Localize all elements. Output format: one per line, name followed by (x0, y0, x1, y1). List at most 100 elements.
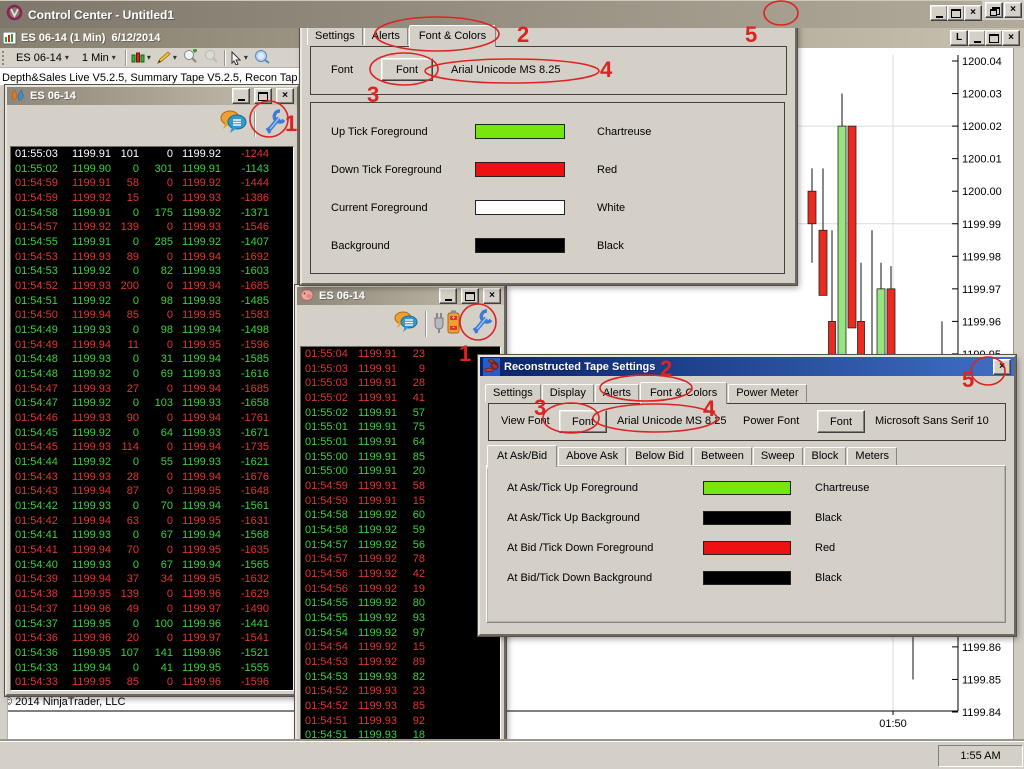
tape-cell: 1199.91 (353, 464, 397, 479)
tape-cell: 1199.91 (65, 235, 111, 250)
tape-cell: 01:54:40 (15, 558, 65, 573)
summary-close-button[interactable]: × (276, 88, 294, 104)
tape-cell: 19 (397, 582, 425, 597)
view-font-button[interactable]: Font (559, 410, 607, 433)
tape-cell: 0 (111, 323, 139, 338)
summary-tape-titlebar[interactable]: ES 06-14 × (7, 87, 297, 105)
tape-cell: 87 (111, 484, 139, 499)
toolbar-separator (425, 311, 426, 337)
tape-cell: 0 (139, 675, 173, 690)
tape-cell: -1676 (221, 470, 269, 485)
recon-tape-grid[interactable]: 01:55:041199.912301:55:031199.91901:55:0… (300, 346, 501, 742)
color-name: Black (815, 512, 842, 524)
tape-cell: 100 (139, 617, 173, 632)
tape-cell: 85 (111, 308, 139, 323)
tape-row: 01:54:471199.9201031199.93-1658 (11, 396, 293, 411)
tab-alerts[interactable]: Alerts (595, 384, 639, 402)
subtab-sweep[interactable]: Sweep (753, 447, 803, 465)
power-meter-button[interactable]: +- (431, 308, 463, 341)
tape-cell: 59 (397, 523, 425, 538)
tape-cell: 1199.94 (65, 484, 111, 499)
cc-close-button[interactable]: × (964, 5, 982, 21)
tape-cell: 1199.92 (65, 426, 111, 441)
tab-settings[interactable]: Settings (485, 384, 541, 402)
tape-cell: 23 (397, 684, 425, 699)
subtab-above-ask[interactable]: Above Ask (558, 447, 626, 465)
tape-cell: 01:54:59 (15, 191, 65, 206)
chart-link-button[interactable]: L (950, 30, 968, 46)
font-button[interactable]: Font (381, 58, 433, 81)
font-label: Font (331, 64, 353, 76)
chat-button[interactable] (392, 310, 420, 339)
tape-cell: 82 (139, 264, 173, 279)
tape-cell: 0 (111, 499, 139, 514)
subtab-meters[interactable]: Meters (847, 447, 897, 465)
color-swatch[interactable] (703, 511, 791, 525)
summary-minimize-button[interactable] (232, 88, 250, 104)
summary-tape-grid[interactable]: 01:55:031199.9110101199.92-124401:55:021… (10, 146, 294, 691)
recon-settings-button[interactable] (468, 307, 496, 342)
tab-font-colors[interactable]: Font & Colors (640, 382, 727, 404)
mdi-close-button[interactable]: × (1004, 2, 1022, 18)
tab-alerts[interactable]: Alerts (364, 27, 408, 45)
subtab-block[interactable]: Block (804, 447, 847, 465)
tape-cell: 70 (111, 543, 139, 558)
color-swatch[interactable] (703, 481, 791, 495)
tape-row: 01:54:591199.9115 (301, 494, 500, 509)
recon-maximize-button[interactable] (461, 288, 479, 304)
chat-button[interactable] (218, 109, 248, 140)
tape-cell: 01:54:55 (305, 611, 353, 626)
color-swatch[interactable] (703, 541, 791, 555)
tape-cell: 01:54:57 (305, 552, 353, 567)
cc-minimize-button[interactable] (930, 5, 948, 21)
tape-cell: 67 (139, 528, 173, 543)
power-font-button[interactable]: Font (817, 410, 865, 433)
mdi-restore-button[interactable] (985, 2, 1003, 18)
tab-settings[interactable]: Settings (307, 27, 363, 45)
tape-cell: 0 (139, 176, 173, 191)
tape-cell: 55 (139, 455, 173, 470)
color-row: At Bid/Tick Down BackgroundBlack (507, 571, 1005, 585)
recon-minimize-button[interactable] (439, 288, 457, 304)
tape-cell: 1199.94 (173, 499, 221, 514)
control-center-titlebar[interactable]: Control Center - Untitled1 (0, 0, 1024, 28)
tab-display[interactable]: Display (542, 384, 594, 402)
subtab-between[interactable]: Between (693, 447, 752, 465)
color-swatch[interactable] (475, 124, 565, 139)
subtab-at-ask-bid[interactable]: At Ask/Bid (487, 445, 557, 467)
tape-cell: 01:54:57 (305, 538, 353, 553)
recon-dialog-close-button[interactable]: × (993, 359, 1011, 375)
chart-minimize-button[interactable] (968, 30, 986, 46)
tape-cell: 0 (139, 470, 173, 485)
color-swatch[interactable] (475, 162, 565, 177)
tab-font-colors[interactable]: Font & Colors (409, 25, 496, 47)
subtab-below-bid[interactable]: Below Bid (627, 447, 692, 465)
recon-close-button[interactable]: × (483, 288, 501, 304)
tape-cell: 18 (397, 728, 425, 742)
power-plug-battery-icon: +- (431, 308, 463, 336)
tape-row: 01:54:421199.930701199.94-1561 (11, 499, 293, 514)
tape-row: 01:54:531199.9382 (301, 670, 500, 685)
tape-cell: 1199.94 (65, 338, 111, 353)
tape-cell: 1199.94 (173, 470, 221, 485)
cc-maximize-button[interactable] (947, 5, 965, 21)
ninjatrader-logo-icon (6, 4, 23, 26)
tape-row: 01:55:041199.9123 (301, 347, 500, 362)
tape-cell: 0 (139, 191, 173, 206)
color-swatch[interactable] (475, 200, 565, 215)
summary-maximize-button[interactable] (254, 88, 272, 104)
chart-maximize-button[interactable] (985, 30, 1003, 46)
chart-copyright: © 2014 NinjaTrader, LLC (4, 696, 125, 708)
color-swatch[interactable] (475, 238, 565, 253)
recon-dialog-titlebar[interactable]: Reconstructed Tape Settings × (480, 357, 1014, 376)
tape-cell: -1444 (221, 176, 269, 191)
summary-settings-button[interactable] (261, 107, 289, 142)
tab-power-meter[interactable]: Power Meter (728, 384, 806, 402)
recon-tape-titlebar[interactable]: ES 06-14 × (297, 287, 504, 305)
tape-row: 01:54:541199.9297 (301, 626, 500, 641)
color-swatch[interactable] (703, 571, 791, 585)
chart-close-button[interactable]: × (1002, 30, 1020, 46)
tape-cell: -1648 (221, 484, 269, 499)
tape-cell: 01:54:58 (15, 206, 65, 221)
tape-cell: -1596 (221, 338, 269, 353)
